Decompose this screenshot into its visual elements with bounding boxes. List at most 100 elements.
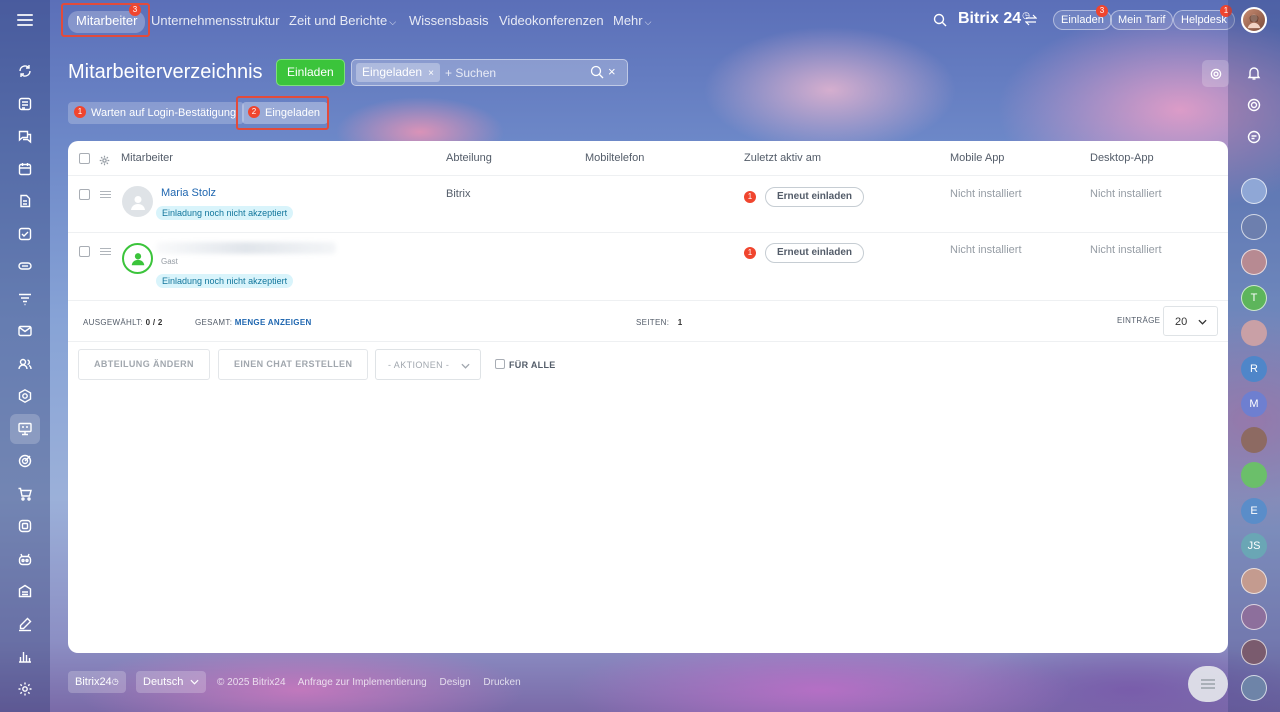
page-title: Mitarbeiterverzeichnis	[68, 61, 263, 83]
show-total-link[interactable]: MENGE ANZEIGEN	[235, 318, 312, 327]
row-menu-icon[interactable]	[100, 248, 111, 256]
for-all-checkbox[interactable]	[495, 359, 505, 369]
top-navigation: Mitarbeiter 3 Unternehmensstruktur Zeit …	[50, 0, 1228, 42]
presentation-icon[interactable]	[10, 413, 40, 444]
chat-avatar-user4-icon[interactable]	[1241, 568, 1267, 594]
crm-icon[interactable]	[10, 251, 40, 281]
column-header-desktop-app[interactable]: Desktop-App	[1090, 152, 1154, 164]
news-feed-icon[interactable]	[10, 89, 40, 119]
bitrix-logo[interactable]: Bitrix 24◷	[958, 10, 1030, 28]
entries-per-page-select[interactable]: 20	[1163, 306, 1218, 336]
sites-icon[interactable]	[10, 511, 40, 541]
my-tariff-button[interactable]: Mein Tarif	[1110, 10, 1174, 30]
employee-name-link[interactable]: Maria Stolz	[161, 187, 216, 199]
chat-avatar-user5-icon[interactable]	[1241, 604, 1267, 630]
nav-item-video-conferences[interactable]: Videokonferenzen	[499, 11, 604, 33]
reinvite-button[interactable]: Erneut einladen	[765, 187, 865, 207]
footer-link-implementation[interactable]: Anfrage zur Implementierung	[298, 677, 427, 688]
user-avatar[interactable]	[1241, 7, 1267, 33]
inventory-icon[interactable]	[10, 576, 40, 606]
selected-label: AUSGEWÄHLT:	[83, 318, 144, 327]
close-icon[interactable]: ×	[428, 68, 434, 79]
notifications-bell-icon[interactable]	[1241, 60, 1267, 86]
left-sidebar-icons	[10, 56, 40, 706]
switch-icon[interactable]	[1024, 13, 1038, 27]
settings-icon[interactable]	[10, 674, 40, 704]
footer-link-print[interactable]: Drucken	[483, 677, 520, 688]
column-header-last-active[interactable]: Zuletzt aktiv am	[744, 152, 821, 164]
target-icon[interactable]	[1241, 92, 1267, 118]
automation-icon[interactable]	[10, 381, 40, 411]
search-icon[interactable]	[933, 13, 947, 27]
column-header-department[interactable]: Abteilung	[446, 152, 492, 164]
clear-search-icon[interactable]: ×	[608, 64, 616, 79]
employees-icon[interactable]	[10, 349, 40, 379]
column-header-mobile-phone[interactable]: Mobiltelefon	[585, 152, 644, 164]
chat-avatar-image-icon[interactable]	[1241, 178, 1267, 204]
chat-avatar-e[interactable]: E	[1241, 498, 1267, 524]
row-checkbox[interactable]	[79, 189, 90, 200]
actions-select[interactable]: - AKTIONEN -	[375, 349, 481, 380]
nav-item-label: Wissensbasis	[409, 13, 489, 28]
row-checkbox[interactable]	[79, 246, 90, 257]
analytics-icon[interactable]	[10, 641, 40, 671]
search-icon[interactable]	[590, 65, 604, 79]
chat-avatar-m[interactable]: M	[1241, 391, 1267, 417]
mobile-app-cell: Nicht installiert	[950, 188, 1022, 200]
select-all-checkbox[interactable]	[79, 153, 90, 164]
nav-item-company-structure[interactable]: Unternehmensstruktur	[151, 11, 280, 33]
chat-avatar-sheet-icon[interactable]	[1241, 462, 1267, 488]
chat-avatar-robot-icon[interactable]	[1241, 214, 1267, 240]
column-settings-gear-icon[interactable]	[99, 153, 110, 166]
chat-avatar-js[interactable]: JS	[1241, 533, 1267, 559]
invite-button[interactable]: Einladen	[276, 59, 345, 86]
documents-icon[interactable]	[10, 186, 40, 216]
pages-info: SEITEN: 1	[636, 318, 683, 327]
list-settings-gear-icon[interactable]	[1202, 60, 1229, 87]
goals-icon[interactable]	[10, 446, 40, 476]
selected-value: 0 / 2	[145, 318, 163, 327]
footer-brand-button[interactable]: Bitrix24◷	[68, 671, 126, 693]
row-menu-icon[interactable]	[100, 191, 111, 199]
department-cell: Bitrix	[446, 188, 471, 200]
chevron-down-icon	[190, 679, 199, 685]
language-select[interactable]: Deutsch	[136, 671, 207, 693]
preset-awaiting-login[interactable]: 1 Warten auf Login-Bestätigung	[68, 102, 245, 124]
sign-icon[interactable]	[10, 609, 40, 639]
chat-avatar-r[interactable]: R	[1241, 356, 1267, 382]
nav-item-knowledge-base[interactable]: Wissensbasis	[409, 11, 488, 33]
chat-icon[interactable]	[10, 121, 40, 151]
robot-icon[interactable]	[10, 544, 40, 574]
copilot-chat-icon[interactable]	[1241, 124, 1267, 150]
nav-item-time-reports[interactable]: Zeit und Berichte ⌵	[289, 11, 396, 33]
nav-item-more[interactable]: Mehr ⌵	[613, 11, 651, 33]
hamburger-menu-icon[interactable]	[17, 14, 33, 26]
chat-avatar-user-icon[interactable]	[1241, 249, 1267, 275]
chevron-down-icon	[461, 363, 470, 369]
chevron-down-icon	[1198, 319, 1207, 325]
reinvite-button[interactable]: Erneut einladen	[765, 243, 865, 263]
chat-avatar-user6-icon[interactable]	[1241, 639, 1267, 665]
calendar-icon[interactable]	[10, 154, 40, 184]
tasks-icon[interactable]	[10, 219, 40, 249]
footer-link-design[interactable]: Design	[440, 677, 471, 688]
guest-avatar[interactable]	[122, 243, 153, 274]
chat-avatar-t[interactable]: T	[1241, 285, 1267, 311]
chat-avatar-user3-icon[interactable]	[1241, 427, 1267, 453]
search-filter-box[interactable]: Eingeladen × ×	[351, 59, 628, 86]
create-chat-button[interactable]: EINEN CHAT ERSTELLEN	[218, 349, 369, 380]
chat-avatar-user2-icon[interactable]	[1241, 320, 1267, 346]
footer-links: © 2025 Bitrix24 Anfrage zur Implementier…	[217, 677, 531, 688]
chat-avatar-user7-icon[interactable]	[1241, 675, 1267, 701]
filter-icon[interactable]	[10, 284, 40, 314]
floating-menu-button[interactable]	[1188, 666, 1228, 702]
mail-icon[interactable]	[10, 316, 40, 346]
column-header-employee[interactable]: Mitarbeiter	[121, 152, 173, 164]
avatar[interactable]	[122, 186, 153, 217]
change-department-button[interactable]: ABTEILUNG ÄNDERN	[78, 349, 210, 380]
sync-icon[interactable]	[10, 56, 40, 86]
filter-chip-invited[interactable]: Eingeladen ×	[356, 63, 440, 82]
shop-icon[interactable]	[10, 479, 40, 509]
column-header-mobile-app[interactable]: Mobile App	[950, 152, 1004, 164]
search-input[interactable]	[445, 63, 585, 82]
